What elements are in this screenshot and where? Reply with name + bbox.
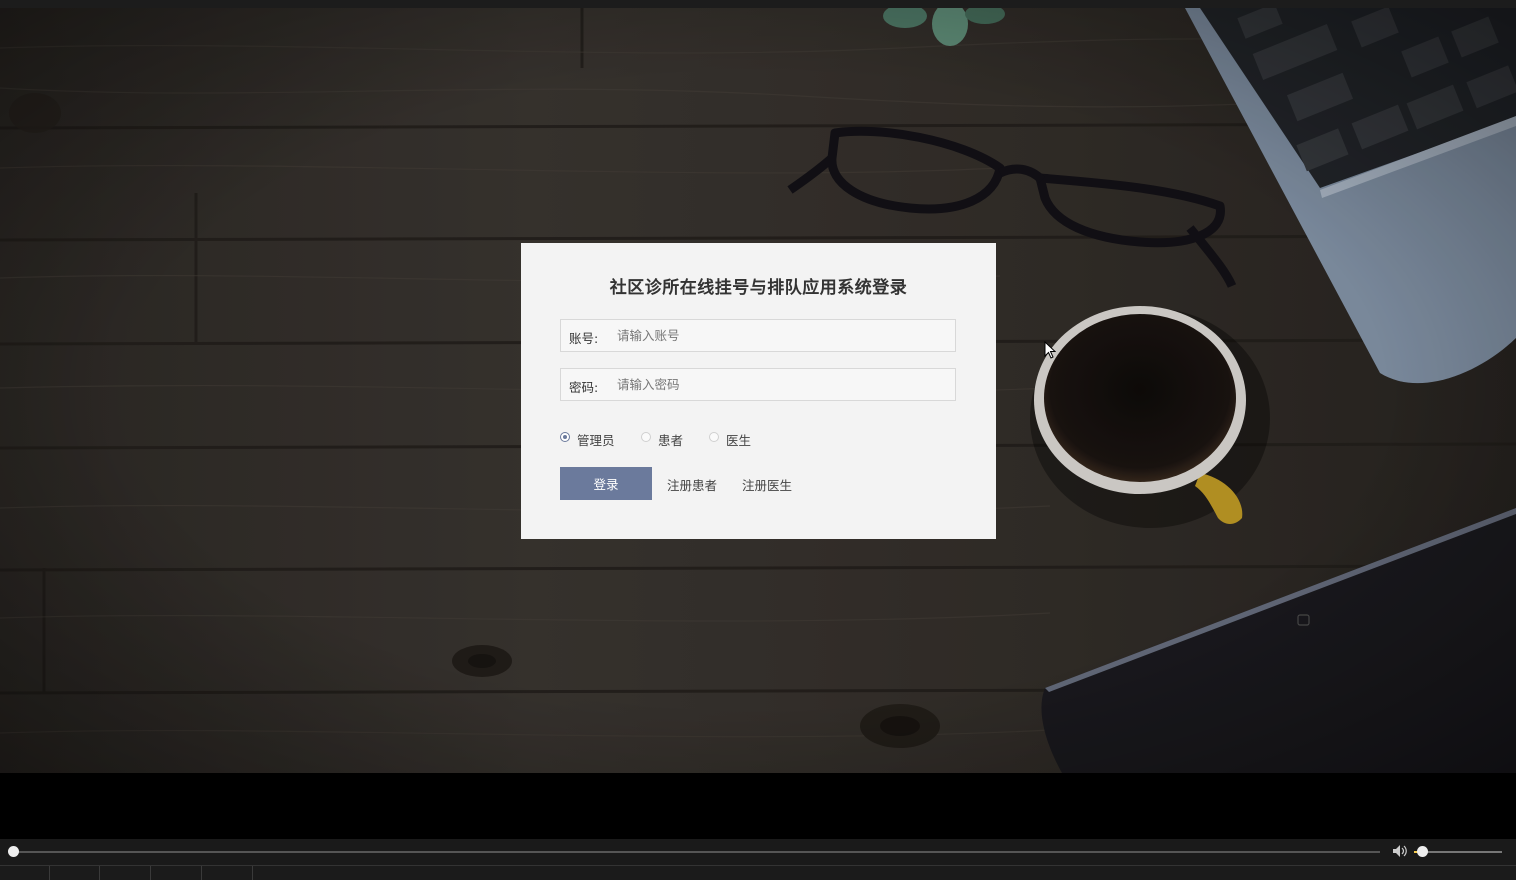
radio-unchecked-icon[interactable] <box>641 432 651 442</box>
account-field[interactable]: 账号: <box>560 319 956 352</box>
register-doctor-link[interactable]: 注册医生 <box>742 475 792 494</box>
progress-track[interactable] <box>12 851 1380 853</box>
player-control-bar <box>0 839 1516 865</box>
toolbar-segment[interactable] <box>203 866 253 880</box>
role-patient-label: 患者 <box>658 433 684 448</box>
volume-handle[interactable] <box>1417 846 1428 857</box>
role-radio-group: 管理员 患者 医生 <box>560 430 960 448</box>
radio-unchecked-icon[interactable] <box>709 432 719 442</box>
video-player-frame: 社区诊所在线挂号与排队应用系统登录 账号: 密码: 管理员 患者 医生 登录 <box>0 0 1516 880</box>
password-label: 密码: <box>569 380 599 395</box>
account-input[interactable] <box>611 324 953 347</box>
toolbar-segment[interactable] <box>0 866 50 880</box>
window-top-strip <box>0 0 1516 8</box>
account-label: 账号: <box>569 331 599 346</box>
toolbar-segment[interactable] <box>101 866 151 880</box>
radio-checked-icon[interactable] <box>560 432 570 442</box>
mouse-cursor-icon <box>1044 341 1056 359</box>
password-field[interactable]: 密码: <box>560 368 956 401</box>
toolbar-segment[interactable] <box>50 866 100 880</box>
toolbar-segment[interactable] <box>152 866 202 880</box>
progress-handle[interactable] <box>8 846 19 857</box>
bottom-toolbar <box>0 865 1516 880</box>
role-doctor-label: 医生 <box>726 433 752 448</box>
login-card: 社区诊所在线挂号与排队应用系统登录 账号: 密码: 管理员 患者 医生 登录 <box>521 243 996 539</box>
volume-icon[interactable] <box>1392 844 1408 858</box>
password-input[interactable] <box>611 373 953 396</box>
login-button[interactable]: 登录 <box>560 467 652 500</box>
register-patient-link[interactable]: 注册患者 <box>667 475 717 494</box>
role-admin-label: 管理员 <box>577 433 615 448</box>
login-title: 社区诊所在线挂号与排队应用系统登录 <box>609 278 908 298</box>
